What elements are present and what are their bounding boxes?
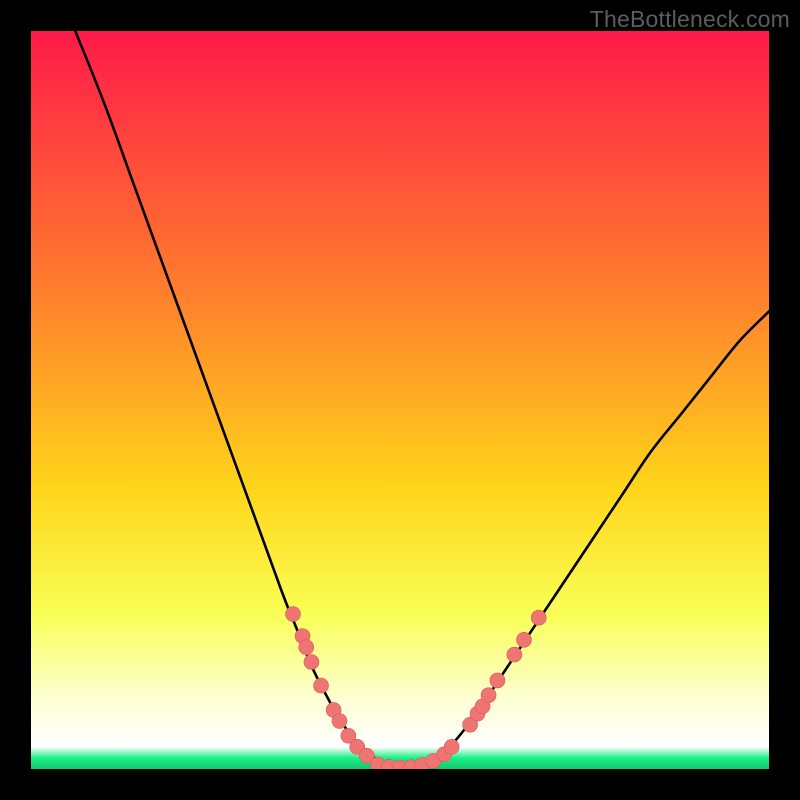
data-point [481,688,496,703]
data-point [304,654,319,669]
plot-area [31,31,769,769]
data-point [507,647,522,662]
data-point [490,673,505,688]
data-point [516,632,531,647]
chart-frame: TheBottleneck.com [0,0,800,800]
data-point [285,607,300,622]
watermark-text: TheBottleneck.com [590,6,790,33]
data-point [332,714,347,729]
data-point [299,640,314,655]
data-point [314,678,329,693]
data-point [444,739,459,754]
data-points-layer [31,31,769,769]
data-point [531,610,546,625]
